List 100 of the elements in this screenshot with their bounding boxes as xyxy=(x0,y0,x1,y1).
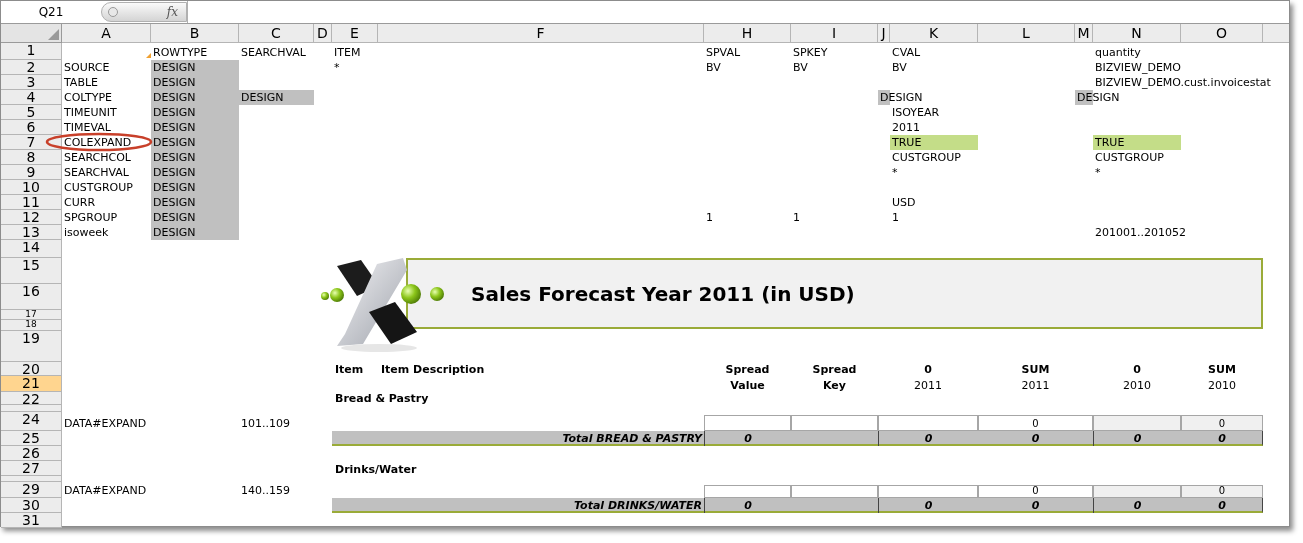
input-cell[interactable]: 0 xyxy=(978,415,1093,431)
column-header[interactable]: I xyxy=(791,24,878,43)
column-header[interactable]: J xyxy=(878,24,890,43)
cell-text: DESIGN xyxy=(153,61,196,75)
row-header[interactable]: 12 xyxy=(1,210,62,225)
row-header[interactable]: 1 xyxy=(1,43,62,60)
column-header[interactable]: B xyxy=(151,24,239,43)
column-header[interactable]: O xyxy=(1181,24,1263,43)
cell-text: 2011 xyxy=(892,121,920,135)
row-header[interactable]: 24 xyxy=(1,412,62,431)
name-box[interactable]: Q21 xyxy=(1,1,101,23)
cell-text: CURR xyxy=(64,196,96,210)
cell-text: 1 xyxy=(892,211,899,225)
row-header[interactable]: 19 xyxy=(1,331,62,362)
cell-text: BV xyxy=(793,61,808,75)
input-cell[interactable] xyxy=(878,415,978,431)
row-header[interactable]: 20 xyxy=(1,362,62,376)
input-cell[interactable] xyxy=(704,485,791,498)
cell-text: 1 xyxy=(706,211,713,225)
column-header[interactable]: E xyxy=(332,24,378,43)
total-value: 0 xyxy=(1030,498,1041,513)
row-header[interactable]: 21 xyxy=(1,376,62,392)
column-header[interactable]: A xyxy=(62,24,151,43)
row-header[interactable]: 10 xyxy=(1,180,62,195)
row-header[interactable]: 27 xyxy=(1,461,62,476)
total-value: 0 xyxy=(704,431,791,446)
row-header[interactable] xyxy=(1,476,62,482)
row-header[interactable]: 17 xyxy=(1,310,62,320)
function-button[interactable]: fx xyxy=(101,2,187,22)
cell-text: DESIGN xyxy=(153,91,196,105)
cell-text: TIMEUNIT xyxy=(64,106,117,120)
total-label: Total DRINKS/WATER xyxy=(573,498,703,513)
row-header[interactable]: 7 xyxy=(1,135,62,150)
column-header[interactable]: H xyxy=(704,24,791,43)
cell-text: DESIGN xyxy=(153,211,196,225)
column-header[interactable]: M xyxy=(1075,24,1093,43)
comment-marker-icon xyxy=(146,53,151,58)
row-header[interactable]: 18 xyxy=(1,320,62,331)
cell-text: DESIGN xyxy=(153,121,196,135)
cell-text: DESIGN xyxy=(153,181,196,195)
group-label: Item xyxy=(334,362,365,376)
input-cell[interactable]: 0 xyxy=(1181,415,1263,431)
cell-text: DESIGN xyxy=(153,166,196,180)
cell-text: 201001..201052 xyxy=(1095,226,1186,240)
column-header[interactable]: D xyxy=(314,24,332,43)
column-subtitle: 2010 xyxy=(1207,378,1237,392)
row-header[interactable]: 29 xyxy=(1,482,62,498)
column-header[interactable]: K xyxy=(890,24,978,43)
column-header[interactable]: L xyxy=(978,24,1075,43)
cell-text: TIMEVAL xyxy=(64,121,111,135)
row-header[interactable] xyxy=(1,405,62,412)
column-header[interactable]: F xyxy=(378,24,704,43)
row-header[interactable]: 8 xyxy=(1,150,62,165)
row-header[interactable]: 9 xyxy=(1,165,62,180)
row-header[interactable]: 25 xyxy=(1,431,62,446)
cell-text: * xyxy=(1095,166,1101,180)
column-subtitle: 2010 xyxy=(1122,378,1152,392)
cell-text: 101..109 xyxy=(241,417,290,431)
input-cell[interactable]: 0 xyxy=(1181,485,1263,498)
row-header[interactable]: 5 xyxy=(1,105,62,120)
total-value: 0 xyxy=(1093,431,1181,446)
input-cell[interactable] xyxy=(791,485,878,498)
column-title: Spread xyxy=(811,362,858,376)
cell-text: DATA#EXPAND xyxy=(64,417,147,431)
group-label: Item Description xyxy=(380,362,486,376)
row-header[interactable]: 6 xyxy=(1,120,62,135)
input-cell[interactable] xyxy=(704,415,791,431)
row-header[interactable]: 30 xyxy=(1,498,62,513)
row-header[interactable]: 2 xyxy=(1,60,62,75)
input-cell[interactable] xyxy=(791,415,878,431)
input-cell[interactable] xyxy=(1093,415,1181,431)
row-header[interactable]: 26 xyxy=(1,446,62,461)
row-header[interactable]: 4 xyxy=(1,90,62,105)
cell-text: quantity xyxy=(1095,46,1141,60)
group-label: Bread & Pastry xyxy=(334,392,430,405)
cell-text: DESIGN xyxy=(880,91,923,105)
select-all-button[interactable] xyxy=(1,24,62,43)
column-header[interactable]: N xyxy=(1093,24,1181,43)
row-header[interactable]: 15 xyxy=(1,258,62,284)
total-value: 0 xyxy=(878,498,978,513)
group-label: Drinks/Water xyxy=(334,462,418,476)
cell-text: DESIGN xyxy=(153,196,196,210)
row-header[interactable]: 16 xyxy=(1,284,62,310)
row-header[interactable]: 31 xyxy=(1,513,62,528)
input-cell[interactable] xyxy=(1093,485,1181,498)
cell-text: BIZVIEW_DEMO.cust.invoicestat xyxy=(1095,76,1271,90)
cell-text: TRUE xyxy=(892,136,922,150)
column-header[interactable]: C xyxy=(239,24,314,43)
row-header[interactable]: 13 xyxy=(1,225,62,240)
cell-text: DESIGN xyxy=(153,136,196,150)
row-header[interactable]: 3 xyxy=(1,75,62,90)
row-header[interactable]: 22 xyxy=(1,392,62,405)
input-cell[interactable] xyxy=(878,485,978,498)
cell-text: SEARCHVAL xyxy=(64,166,129,180)
cell-text: SPKEY xyxy=(793,46,828,60)
row-header[interactable]: 11 xyxy=(1,195,62,210)
cell-text: DESIGN xyxy=(153,106,196,120)
corner-triangle-icon xyxy=(48,29,59,40)
input-cell[interactable]: 0 xyxy=(978,485,1093,498)
row-header[interactable]: 14 xyxy=(1,240,62,258)
